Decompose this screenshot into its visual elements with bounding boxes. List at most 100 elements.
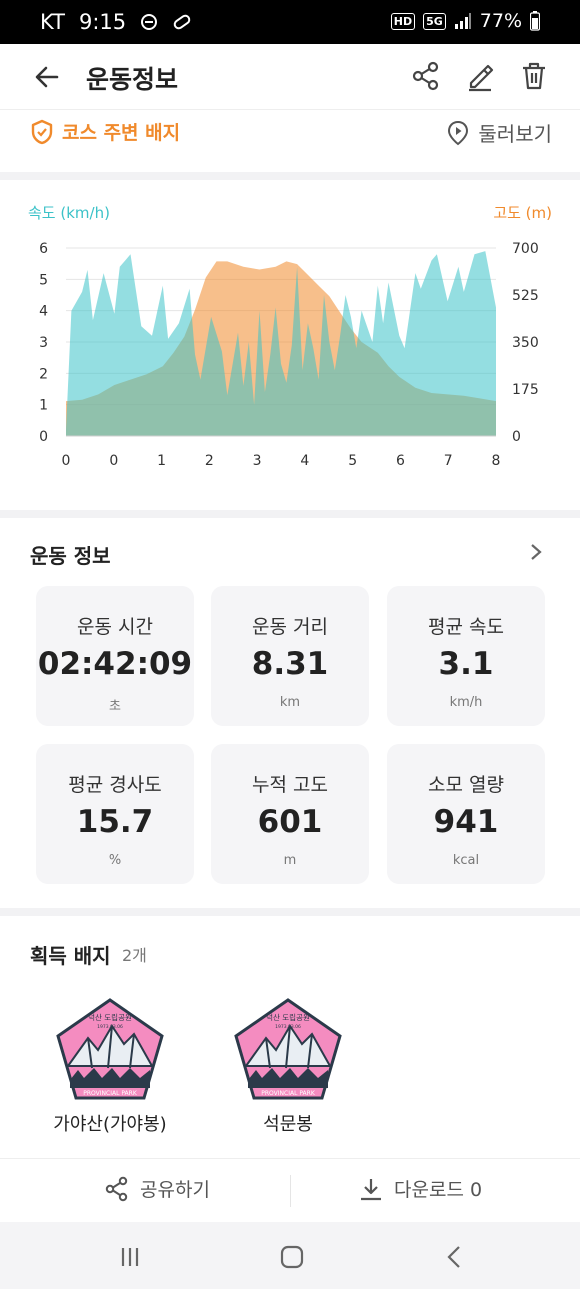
speed-altitude-chart: 속도 (km/h) 고도 (m)654321070052535017500 0 1 2 3… [28, 204, 552, 469]
edit-icon[interactable] [464, 60, 496, 92]
stat-unit: % [108, 853, 122, 868]
x-tick-label: 3 [253, 453, 262, 469]
pill-icon [173, 14, 191, 30]
preview-label: 둘러보기 [478, 122, 552, 146]
status-left: KT 9:15 [40, 10, 192, 34]
badge-name: 가야산(가야봉) [53, 1114, 167, 1135]
badge-emblem-title: 덕산 도립공원 [88, 1012, 132, 1022]
back-arrow-icon[interactable] [30, 60, 64, 94]
stat-card-time: 운동 시간 02:42:09 초 [36, 586, 194, 726]
battery-text: 77% [479, 10, 522, 32]
right-tick-label: 350 [512, 335, 539, 351]
course-badge-label: 코스 주변 배지 [62, 122, 181, 144]
clock-text: 9:15 [78, 10, 127, 34]
section-divider [0, 510, 580, 518]
share-icon[interactable] [410, 60, 442, 92]
stat-unit: 초 [109, 699, 121, 714]
share-button[interactable]: 공유하기 [104, 1175, 210, 1202]
x-tick-label: 7 [444, 453, 453, 469]
badge-emblem-footer: PROVINCIAL PARK [83, 1090, 138, 1097]
left-axis-title: 속도 (km/h) [28, 204, 110, 222]
x-tick-label: 0 [109, 453, 118, 469]
section-divider [0, 172, 580, 180]
bottom-actions: 공유하기 다운로드 0 [0, 1158, 580, 1222]
status-bar: KT 9:15 HD 5G 77% [0, 0, 580, 44]
x-tick-label: 5 [348, 453, 357, 469]
status-right: HD 5G 77% [390, 10, 540, 32]
stat-value: 8.31 [251, 646, 329, 682]
left-tick-label: 5 [39, 272, 48, 288]
page-title: 운동정보 [86, 65, 179, 94]
stat-value: 3.1 [438, 646, 494, 682]
stat-label: 평균 속도 [428, 616, 504, 638]
stats-section: 운동 정보 운동 시간 02:42:09 초 운동 거리 8.31 km 평균 … [0, 520, 580, 908]
park-badge-emblem: 덕산 도립공원 1973.03.06 PROVINCIAL PARK [56, 998, 164, 1100]
x-tick-label: 4 [300, 453, 309, 469]
badge-emblem-year: 1973.03.06 [97, 1024, 123, 1030]
badge-emblem-footer: PROVINCIAL PARK [261, 1090, 316, 1097]
app-bar-actions [410, 60, 550, 92]
stat-unit: m [283, 853, 297, 868]
stat-unit: km [279, 695, 301, 710]
badge-item[interactable]: 덕산 도립공원 1973.03.06 PROVINCIAL PARK 석문봉 [213, 998, 363, 1136]
shield-icon [31, 119, 53, 144]
chevron-right-icon[interactable] [526, 542, 546, 562]
x-tick-label: 2 [205, 453, 214, 469]
left-tick-label: 2 [39, 366, 48, 382]
carrier-text: KT [40, 10, 65, 34]
x-tick-label: 1 [157, 453, 166, 469]
trash-icon[interactable] [518, 60, 550, 92]
section-divider [0, 908, 580, 916]
system-nav-bar [0, 1222, 580, 1289]
x-tick-label: 6 [396, 453, 405, 469]
stat-value: 15.7 [76, 804, 154, 840]
left-tick-label: 0 [39, 429, 48, 445]
download-icon [361, 1178, 381, 1200]
x-tick-label: 8 [492, 453, 501, 469]
bottom-divider [290, 1175, 291, 1207]
notification-icon [141, 14, 158, 30]
share-label: 공유하기 [140, 1179, 210, 1201]
stat-unit: km/h [449, 695, 483, 710]
left-tick-label: 6 [39, 241, 48, 257]
badges-section: 획득 배지 2개 덕산 도립공원 1973.03.06 PROVINCIAL P… [0, 918, 580, 1158]
stat-value: 941 [433, 804, 499, 840]
stat-card-distance: 운동 거리 8.31 km [211, 586, 369, 726]
badge-item[interactable]: 덕산 도립공원 1973.03.06 PROVINCIAL PARK 가야산(가… [35, 998, 185, 1136]
badge-emblem-title: 덕산 도립공원 [266, 1012, 310, 1022]
stat-label: 소모 열량 [428, 774, 504, 796]
hd-badge: HD [390, 12, 416, 30]
share-icon [105, 1176, 128, 1201]
system-back-icon[interactable] [440, 1242, 470, 1272]
badge-emblem-year: 1973.03.06 [275, 1024, 301, 1030]
stat-card-calories: 소모 열량 941 kcal [387, 744, 545, 884]
stats-title: 운동 정보 [30, 544, 111, 568]
download-button[interactable]: 다운로드 0 [358, 1175, 482, 1202]
stat-value: 02:42:09 [37, 646, 193, 682]
play-circle-icon [448, 120, 469, 145]
course-badge-link[interactable]: 코스 주변 배지 [30, 118, 180, 145]
x-tick-label: 0 [62, 453, 71, 469]
badges-title: 획득 배지 [30, 944, 111, 968]
stat-card-elevation-gain: 누적 고도 601 m [211, 744, 369, 884]
left-tick-label: 4 [39, 304, 48, 320]
network-badge: 5G [423, 12, 446, 30]
recent-apps-icon[interactable] [115, 1242, 145, 1272]
badges-count: 2개 [122, 946, 147, 965]
home-icon[interactable] [277, 1242, 307, 1272]
park-badge-emblem: 덕산 도립공원 1973.03.06 PROVINCIAL PARK [234, 998, 342, 1100]
right-tick-label: 700 [512, 241, 539, 257]
course-row: 코스 주변 배지 둘러보기 [0, 112, 580, 172]
stat-value: 601 [257, 804, 323, 840]
left-tick-label: 1 [39, 398, 48, 414]
right-axis-title: 고도 (m) [493, 204, 552, 222]
preview-link[interactable]: 둘러보기 [446, 118, 552, 147]
app-bar: 운동정보 [0, 44, 580, 110]
right-tick-label: 525 [512, 288, 539, 304]
signal-icon [454, 13, 471, 29]
chart-section: 속도 (km/h) 고도 (m) 6 5 4 3 2 1 0 700 525 350 175 0 0 0 1 2 3… [0, 184, 580, 510]
stat-label: 평균 경사도 [68, 774, 162, 796]
battery-icon [530, 11, 540, 31]
right-tick-label: 175 [512, 382, 539, 398]
left-tick-label: 3 [39, 335, 48, 351]
